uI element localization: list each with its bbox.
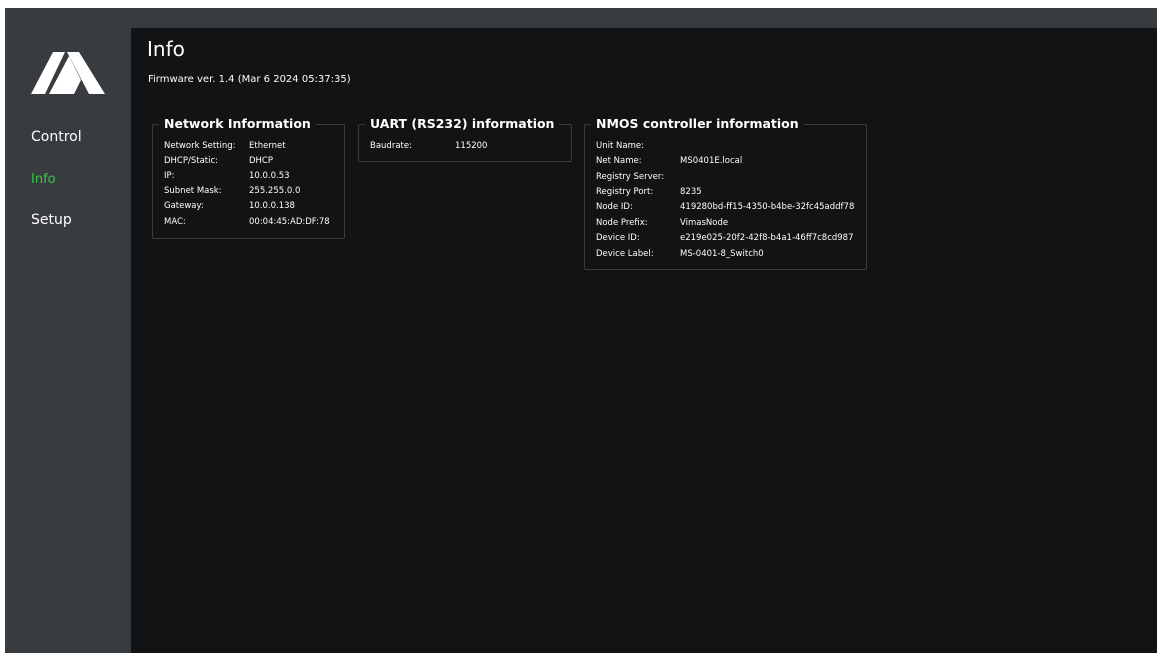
registry-port-value: 8235 [680, 187, 702, 197]
device-id-value: e219e025-20f2-42f8-b4a1-46ff7c8cd987 [680, 233, 854, 243]
node-prefix-value: VimasNode [680, 218, 729, 228]
nmos-controller-title: NMOS controller information [591, 116, 804, 131]
sidebar-item-setup[interactable]: Setup [31, 212, 72, 228]
uart-information-title: UART (RS232) information [365, 116, 560, 131]
baudrate-label: Baudrate: [370, 141, 412, 151]
registry-server-label: Registry Server: [596, 172, 665, 182]
top-bar [5, 8, 1157, 28]
registry-port-label: Registry Port: [596, 187, 654, 197]
uart-information-panel: UART (RS232) information Baudrate: 11520… [358, 116, 572, 162]
page-title: Info [147, 37, 185, 61]
net-name-label: Net Name: [596, 156, 642, 166]
node-id-label: Node ID: [596, 202, 633, 212]
node-prefix-label: Node Prefix: [596, 218, 648, 228]
sidebar: Control Info Setup [5, 8, 131, 653]
sidebar-item-info[interactable]: Info [31, 172, 56, 187]
brand-logo[interactable] [31, 44, 105, 94]
mac-label: MAC: [164, 217, 186, 227]
baudrate-value: 115200 [455, 141, 488, 151]
network-information-panel: Network Information Network Setting: Eth… [152, 116, 345, 239]
mac-value: 00:04:45:AD:DF:78 [249, 217, 330, 227]
network-setting-value: Ethernet [249, 141, 286, 151]
firmware-version: Firmware ver. 1.4 (Mar 6 2024 05:37:35) [148, 74, 351, 85]
node-id-value: 419280bd-ff15-4350-b4be-32fc45addf78 [680, 202, 855, 212]
device-label-value: MS-0401-8_Switch0 [680, 249, 764, 259]
dhcp-static-value: DHCP [249, 156, 273, 166]
gateway-value: 10.0.0.138 [249, 201, 295, 211]
ip-value: 10.0.0.53 [249, 171, 290, 181]
network-setting-label: Network Setting: [164, 141, 236, 151]
nmos-controller-panel: NMOS controller information Unit Name: N… [584, 116, 867, 270]
device-id-label: Device ID: [596, 233, 640, 243]
gateway-label: Gateway: [164, 201, 204, 211]
net-name-value: MS0401E.local [680, 156, 743, 166]
subnet-mask-label: Subnet Mask: [164, 186, 222, 196]
device-label-label: Device Label: [596, 249, 654, 259]
subnet-mask-value: 255.255.0.0 [249, 186, 301, 196]
dhcp-static-label: DHCP/Static: [164, 156, 219, 166]
unit-name-label: Unit Name: [596, 141, 644, 151]
sidebar-item-control[interactable]: Control [31, 129, 82, 145]
network-information-title: Network Information [159, 116, 316, 131]
ip-label: IP: [164, 171, 175, 181]
app-window: Control Info Setup [5, 8, 1157, 653]
